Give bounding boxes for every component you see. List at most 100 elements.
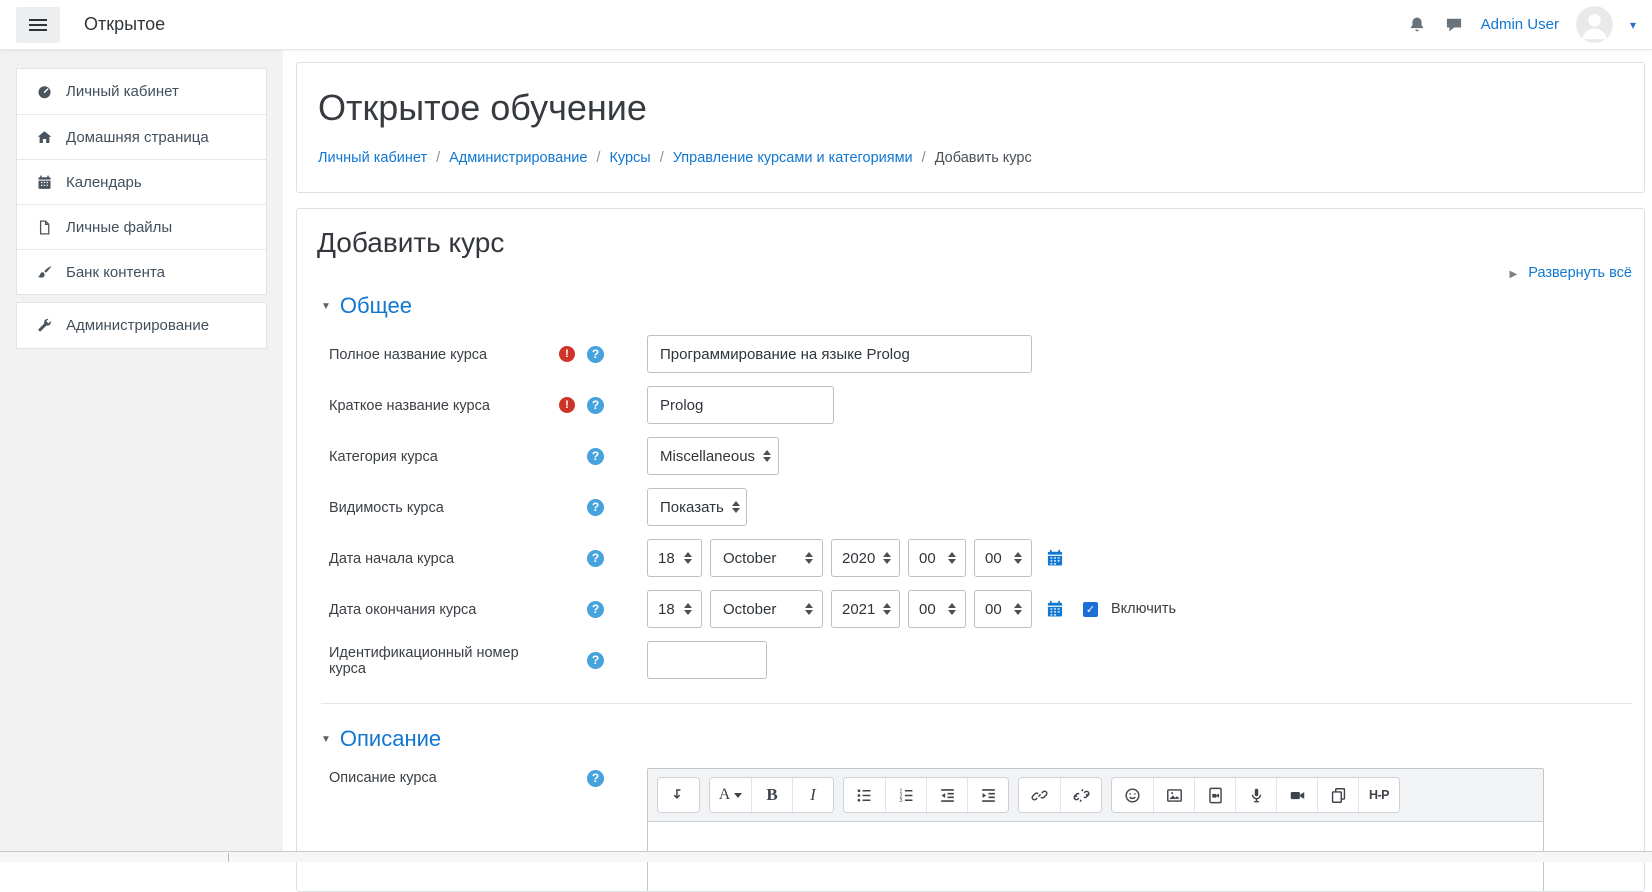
help-icon[interactable]: ? [587, 652, 604, 669]
select-arrows-icon [732, 501, 740, 513]
enddate-day-select[interactable]: 18 [647, 590, 702, 628]
fullname-row: Полное название курса ! ? [329, 335, 1632, 373]
sidebar-item-dashboard[interactable]: Личный кабинет [17, 69, 266, 114]
help-icon[interactable]: ? [587, 448, 604, 465]
section-description[interactable]: ▼ Описание [321, 726, 1632, 752]
copy-files-icon [1329, 786, 1348, 805]
outdent-button[interactable] [926, 778, 967, 812]
emoji-button[interactable] [1112, 778, 1153, 812]
help-icon[interactable]: ? [587, 397, 604, 414]
bottom-page-strip [0, 851, 1652, 862]
enddate-year-select[interactable]: 2021 [831, 590, 900, 628]
messages-chat-icon[interactable] [1444, 15, 1464, 35]
numbered-list-button[interactable]: 1 2 3 [885, 778, 926, 812]
insert-media-button[interactable] [1194, 778, 1235, 812]
fullname-label: Полное название курса [329, 345, 559, 363]
calendar-icon [1045, 548, 1065, 568]
collapse-arrow-icon: ▼ [321, 734, 331, 745]
help-icon[interactable]: ? [587, 770, 604, 787]
select-arrows-icon [883, 552, 891, 564]
sidebar-item-administration[interactable]: Администрирование [17, 303, 266, 348]
hamburger-icon [29, 16, 47, 34]
manage-files-button[interactable] [1317, 778, 1358, 812]
sidebar-admin-group: Администрирование [16, 302, 267, 349]
h5p-button[interactable]: H-P [1358, 778, 1399, 812]
startdate-month-select[interactable]: October [710, 539, 823, 577]
select-arrows-icon [948, 552, 956, 564]
visibility-row: Видимость курса ? Показать [329, 488, 1632, 526]
record-video-button[interactable] [1276, 778, 1317, 812]
breadcrumb-link[interactable]: Администрирование [449, 150, 587, 166]
select-arrows-icon [805, 552, 813, 564]
video-camera-icon [1288, 786, 1307, 805]
section-general[interactable]: ▼ Общее [321, 293, 1632, 319]
bullet-list-icon [855, 786, 874, 805]
enable-checkbox-label: Включить [1111, 601, 1176, 617]
startdate-day-select[interactable]: 18 [647, 539, 702, 577]
page-header-card: Открытое обучение Личный кабинет / Админ… [296, 62, 1645, 193]
startdate-row: Дата начала курса ? 18 October 2020 00 0… [329, 539, 1632, 577]
visibility-select[interactable]: Показать [647, 488, 747, 526]
category-select[interactable]: Miscellaneous [647, 437, 779, 475]
fullname-input[interactable] [647, 335, 1032, 373]
help-icon[interactable]: ? [587, 601, 604, 618]
breadcrumb-link[interactable]: Управление курсами и категориями [673, 150, 913, 166]
category-label: Категория курса [329, 447, 559, 465]
dashboard-icon [36, 83, 53, 100]
required-icon: ! [559, 346, 575, 362]
breadcrumb-link[interactable]: Курсы [609, 150, 650, 166]
notifications-bell-icon[interactable] [1407, 15, 1427, 35]
sidebar-item-private-files[interactable]: Личные файлы [17, 204, 266, 249]
startdate-minute-select[interactable]: 00 [974, 539, 1032, 577]
record-audio-button[interactable] [1235, 778, 1276, 812]
enable-checkbox[interactable]: ✓ [1083, 602, 1098, 617]
startdate-year-select[interactable]: 2020 [831, 539, 900, 577]
unlink-button[interactable] [1060, 778, 1101, 812]
calendar-icon [36, 174, 53, 191]
user-name-link[interactable]: Admin User [1481, 16, 1559, 33]
startdate-hour-select[interactable]: 00 [908, 539, 966, 577]
user-avatar[interactable] [1576, 6, 1613, 43]
help-icon[interactable]: ? [587, 499, 604, 516]
idnumber-input[interactable] [647, 641, 767, 679]
shortname-input[interactable] [647, 386, 834, 424]
image-icon [1165, 786, 1184, 805]
select-arrows-icon [948, 603, 956, 615]
enddate-row: Дата окончания курса ? 18 October 2021 0… [329, 590, 1632, 628]
breadcrumb-link[interactable]: Личный кабинет [318, 150, 427, 166]
bullet-list-button[interactable] [844, 778, 885, 812]
help-icon[interactable]: ? [587, 346, 604, 363]
file-icon [36, 219, 53, 236]
menu-toggle-button[interactable] [16, 7, 60, 43]
enddate-month-select[interactable]: October [710, 590, 823, 628]
bold-button[interactable]: B [751, 778, 792, 812]
editor-toolbar: A B I [648, 769, 1543, 822]
insert-image-button[interactable] [1153, 778, 1194, 812]
link-button[interactable] [1019, 778, 1060, 812]
calendar-picker-button[interactable] [1045, 548, 1065, 568]
section-divider [321, 703, 1632, 704]
numbered-list-icon: 1 2 3 [897, 786, 916, 805]
unlink-icon [1072, 786, 1091, 805]
italic-button[interactable]: I [792, 778, 833, 812]
help-icon[interactable]: ? [587, 550, 604, 567]
wrench-icon [36, 317, 53, 334]
site-brand-link[interactable]: Открытое [84, 14, 165, 35]
idnumber-row: Идентификационный номер курса ? [329, 641, 1632, 679]
sidebar-item-content-bank[interactable]: Банк контента [17, 249, 266, 294]
font-style-button[interactable]: A [710, 778, 751, 812]
user-menu-caret-icon[interactable]: ▾ [1630, 18, 1636, 32]
toolbar-expand-button[interactable] [658, 778, 699, 812]
calendar-picker-button[interactable] [1045, 599, 1065, 619]
expand-all-link[interactable]: Развернуть всё [1528, 265, 1632, 281]
bottom-strip-divider [228, 853, 229, 862]
enddate-minute-select[interactable]: 00 [974, 590, 1032, 628]
indent-button[interactable] [967, 778, 1008, 812]
select-arrows-icon [883, 603, 891, 615]
sidebar-item-calendar[interactable]: Календарь [17, 159, 266, 204]
sidebar-item-home[interactable]: Домашняя страница [17, 114, 266, 159]
add-course-form-card: Добавить курс ▶ Развернуть всё ▼ Общее П… [296, 208, 1645, 892]
home-icon [36, 129, 53, 146]
enddate-hour-select[interactable]: 00 [908, 590, 966, 628]
outdent-icon [938, 786, 957, 805]
